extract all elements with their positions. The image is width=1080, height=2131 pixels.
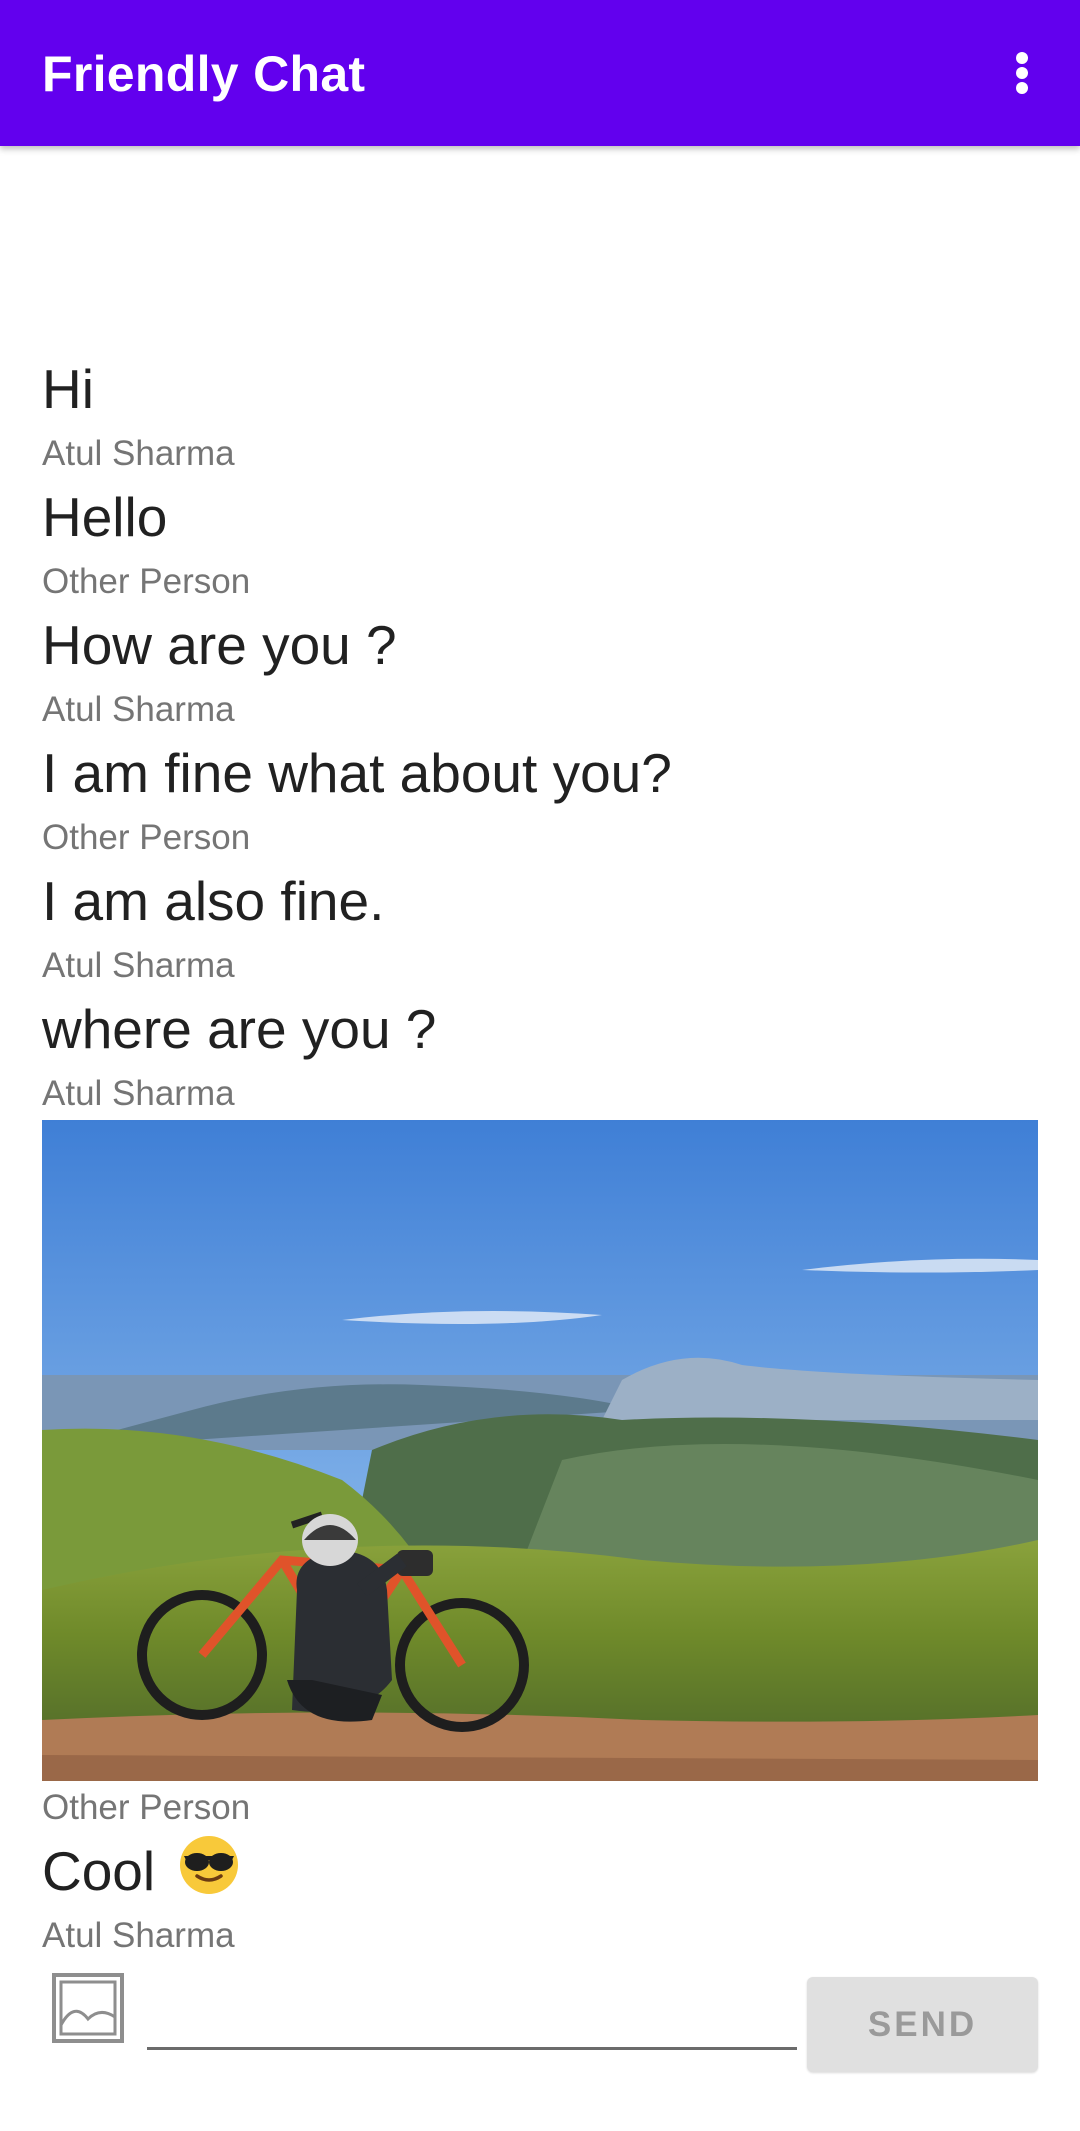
more-vert-dot xyxy=(1016,52,1028,64)
message-text: I am also fine. xyxy=(42,870,385,932)
message-text: where are you ? xyxy=(42,998,437,1060)
image-placeholder-icon[interactable] xyxy=(52,1973,124,2043)
message-author: Atul Sharma xyxy=(42,1916,235,1955)
message-item: Hi Atul Sharma xyxy=(42,352,1038,480)
message-author: Other Person xyxy=(42,818,251,857)
message-item: where are you ? Atul Sharma xyxy=(42,992,1038,1120)
message-item: Hello Other Person xyxy=(42,480,1038,608)
message-text: Hello xyxy=(42,486,168,548)
message-item: I am also fine. Atul Sharma xyxy=(42,864,1038,992)
message-list[interactable]: Hi Atul Sharma Hello Other Person How ar… xyxy=(42,352,1038,1962)
sunglasses-emoji-icon xyxy=(180,1836,239,1894)
message-author: Atul Sharma xyxy=(42,690,235,729)
message-author: Atul Sharma xyxy=(42,946,235,985)
message-text: I am fine what about you? xyxy=(42,742,672,804)
send-button[interactable]: SEND xyxy=(807,1977,1038,2072)
more-vert-dot xyxy=(1016,82,1028,94)
message-text: How are you ? xyxy=(42,614,397,676)
message-author: Other Person xyxy=(42,562,251,601)
more-vert-dot xyxy=(1016,67,1028,79)
more-vert-icon[interactable] xyxy=(1000,45,1044,101)
message-text: Cool xyxy=(42,1834,1038,1909)
message-item-image: Other Person xyxy=(42,1120,1038,1834)
message-text: Hi xyxy=(42,358,94,420)
app-title: Friendly Chat xyxy=(42,46,366,102)
message-author: Other Person xyxy=(42,1788,251,1827)
message-composer: SEND xyxy=(0,1960,1080,2100)
message-author: Atul Sharma xyxy=(42,1074,235,1113)
message-image[interactable] xyxy=(42,1120,1038,1781)
message-item: Cool Atul Sharma xyxy=(42,1834,1038,1962)
message-input[interactable] xyxy=(147,1970,797,2050)
message-author: Atul Sharma xyxy=(42,434,235,473)
app-bar: Friendly Chat xyxy=(0,0,1080,146)
message-text-content: Cool xyxy=(42,1840,156,1902)
message-item: I am fine what about you? Other Person xyxy=(42,736,1038,864)
message-item: How are you ? Atul Sharma xyxy=(42,608,1038,736)
